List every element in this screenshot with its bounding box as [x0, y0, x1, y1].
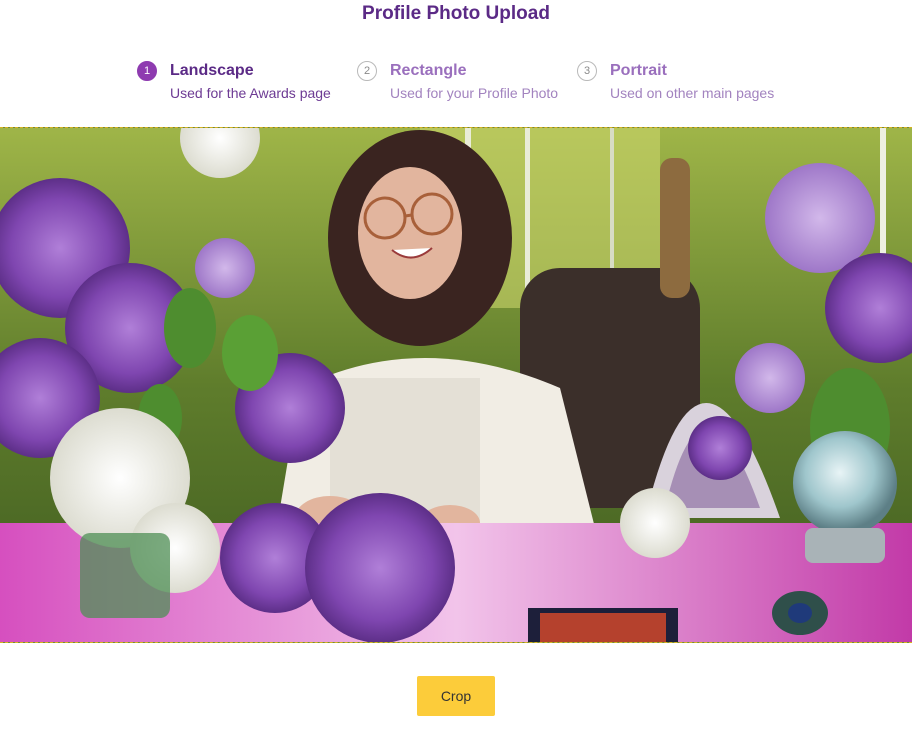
crop-area[interactable] [0, 127, 912, 643]
crop-steps: 1 Landscape Used for the Awards page 2 R… [137, 60, 797, 102]
step-number-3: 3 [577, 61, 597, 81]
page-title: Profile Photo Upload [362, 3, 550, 24]
step-rectangle[interactable]: 2 Rectangle Used for your Profile Photo [357, 60, 577, 102]
step-text: Landscape Used for the Awards page [170, 60, 331, 102]
step-number-1: 1 [137, 61, 157, 81]
step-text: Rectangle Used for your Profile Photo [390, 60, 558, 102]
step-text: Portrait Used on other main pages [610, 60, 774, 102]
step-label: Landscape [170, 62, 254, 79]
step-landscape[interactable]: 1 Landscape Used for the Awards page [137, 60, 357, 102]
step-portrait[interactable]: 3 Portrait Used on other main pages [577, 60, 797, 102]
step-description: Used on other main pages [610, 85, 775, 101]
crop-button[interactable]: Crop [417, 676, 495, 716]
step-number-2: 2 [357, 61, 377, 81]
step-description: Used for the Awards page [170, 85, 331, 101]
profile-photo [0, 128, 912, 642]
step-label: Rectangle [390, 62, 467, 79]
step-description: Used for your Profile Photo [390, 85, 559, 101]
profile-photo-upload-page: Profile Photo Upload 1 Landscape Used fo… [0, 0, 912, 744]
step-label: Portrait [610, 62, 667, 79]
